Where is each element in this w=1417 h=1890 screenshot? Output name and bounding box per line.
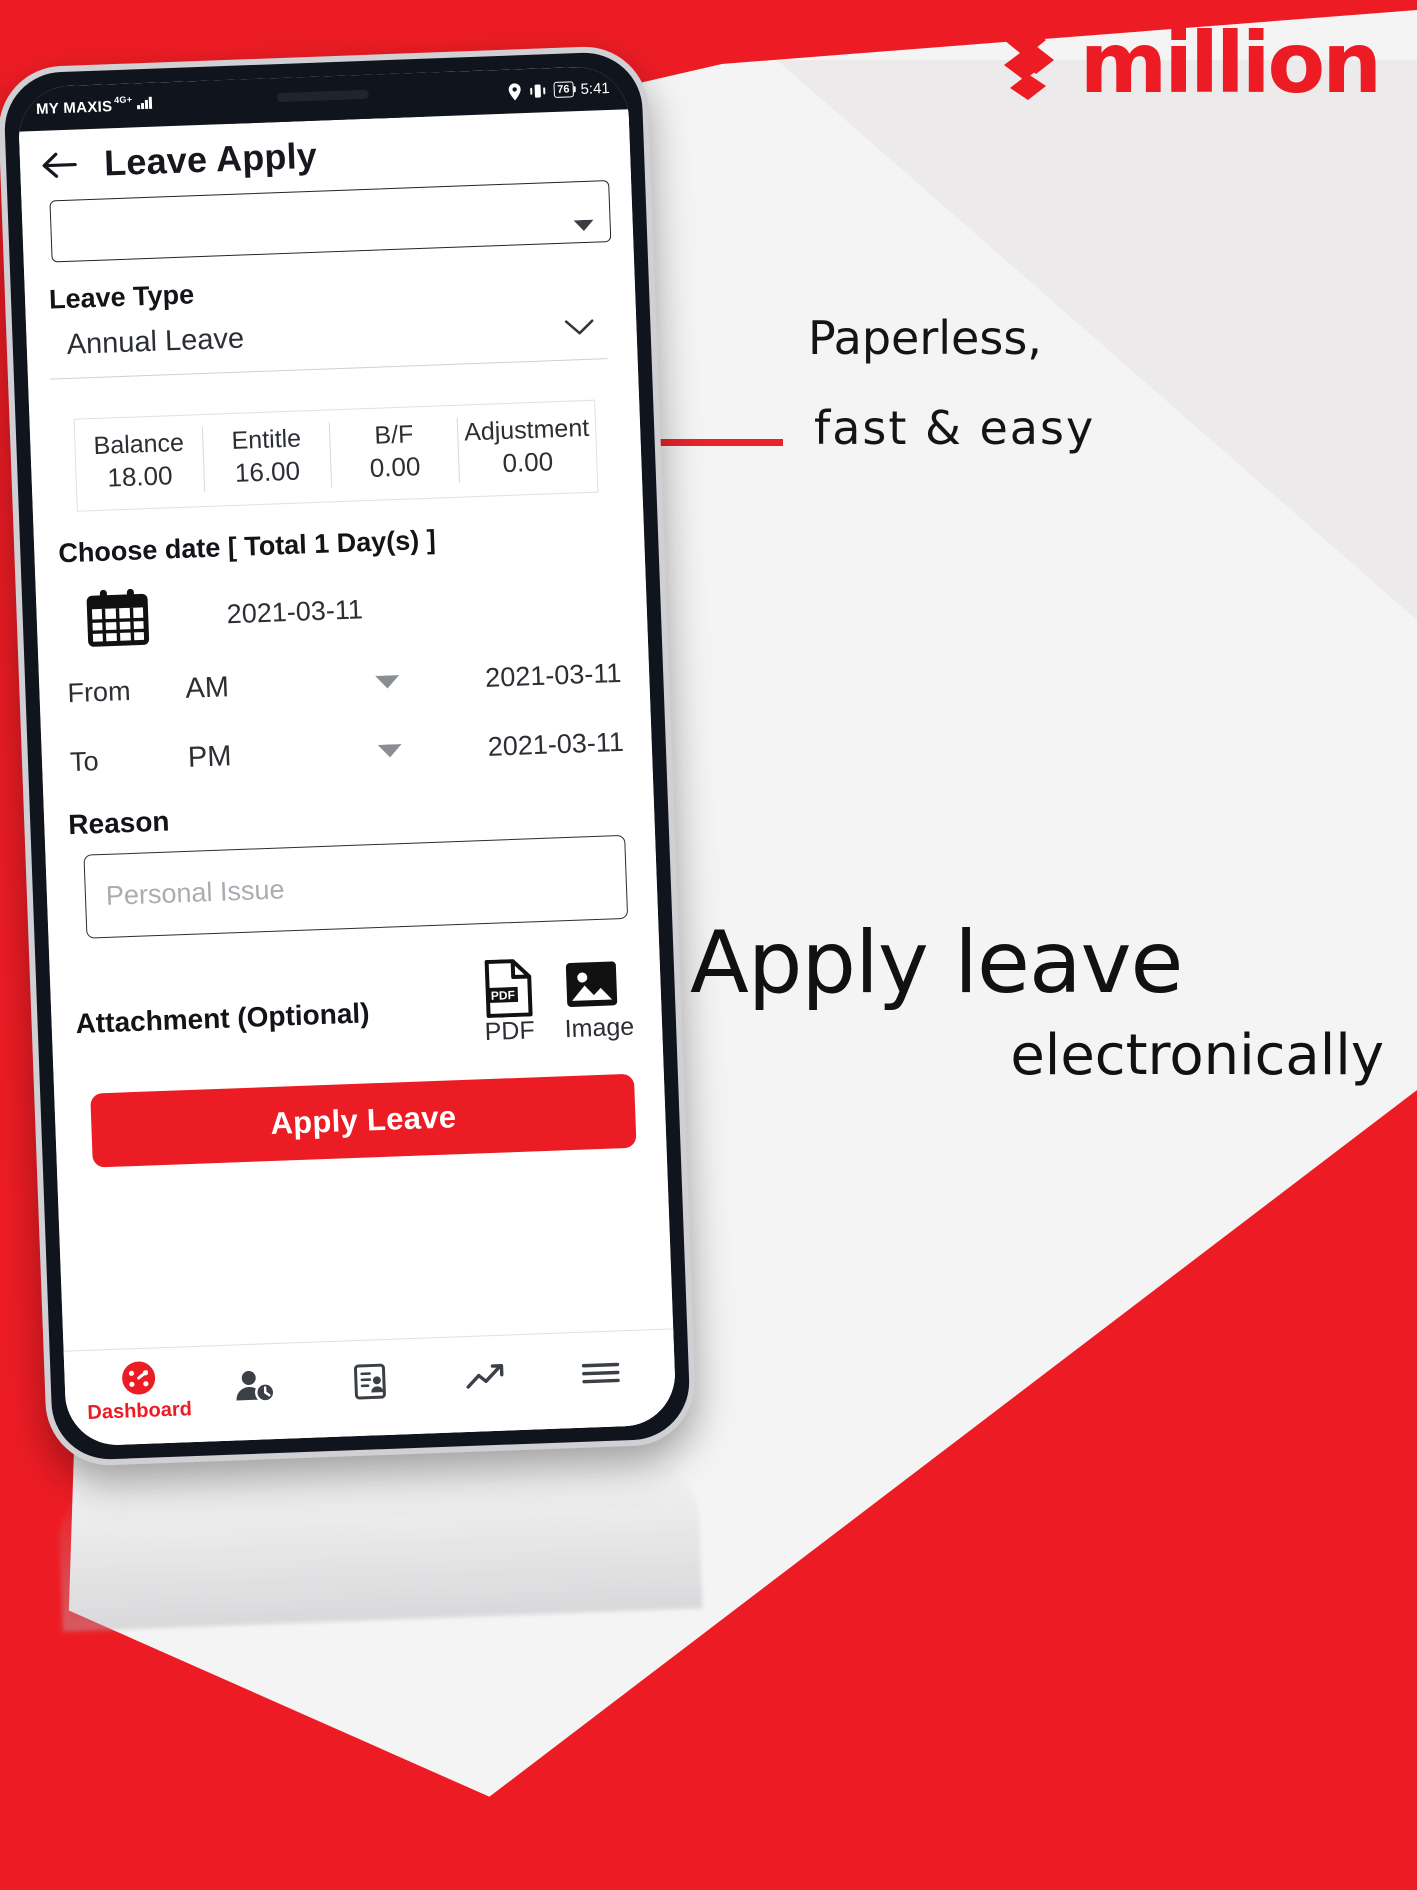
nav-label-dashboard: Dashboard [87, 1398, 193, 1424]
status-icons-group: 76 5:41 [507, 79, 610, 100]
attach-image-label: Image [564, 1012, 635, 1044]
attachment-section: Attachment (Optional) PDF PDF Image [74, 955, 635, 1062]
balance-cell: Balance 18.00 [74, 427, 205, 497]
nav-item-leave[interactable] [311, 1360, 428, 1406]
location-pin-icon [507, 82, 522, 101]
earpiece-speaker [276, 89, 369, 103]
battery-indicator: 76 [552, 81, 574, 98]
dropdown-caret-icon [573, 219, 594, 233]
balance-cell-key: Entitle [231, 424, 302, 456]
chevron-down-icon [564, 317, 595, 336]
brand-logo-text: million [1079, 14, 1382, 112]
phone-body: MY MAXIS 4G+ 76 5:41 Leave Apply Leave T… [0, 44, 698, 1468]
to-period-value: PM [187, 740, 233, 774]
attach-pdf-button[interactable]: PDF PDF [482, 958, 535, 1047]
attach-image-button[interactable]: Image [562, 955, 635, 1044]
brand-logo: million [984, 14, 1382, 112]
status-network: 4G+ [113, 93, 133, 105]
phone-mockup: MY MAXIS 4G+ 76 5:41 Leave Apply Leave T… [0, 44, 698, 1468]
tagline-line-1: Paperless, [808, 311, 1042, 365]
from-label: From [66, 675, 132, 709]
balance-cell-value: 0.00 [501, 446, 554, 479]
tagline-line-2: fast & easy [814, 400, 1096, 455]
from-date: 2021-03-11 [484, 657, 622, 693]
to-date: 2021-03-11 [487, 726, 625, 762]
vibrate-icon [528, 83, 547, 99]
status-clock: 5:41 [580, 79, 611, 98]
svg-text:PDF: PDF [490, 988, 514, 1003]
dropdown-caret-icon[interactable] [377, 740, 488, 758]
nav-item-reports[interactable] [427, 1358, 544, 1400]
dropdown-caret-icon[interactable] [375, 671, 485, 689]
from-period-value: AM [184, 671, 230, 705]
subhead: electronically [1010, 1023, 1384, 1088]
form-scroll-area[interactable]: Leave Type Annual Leave Balance 18.00 En… [21, 177, 673, 1351]
balance-cell-key: Adjustment [463, 413, 590, 447]
signal-bars-icon [137, 96, 153, 109]
balance-cell: Entitle 16.00 [202, 422, 333, 493]
apply-leave-label: Apply Leave [269, 1099, 457, 1142]
reason-label: Reason [67, 805, 170, 841]
balance-cell-key: Balance [93, 428, 185, 461]
chart-line-icon [464, 1359, 507, 1395]
nav-item-attendance[interactable] [196, 1365, 313, 1409]
page-title: Leave Apply [103, 134, 318, 184]
balance-cell: Adjustment 0.00 [458, 413, 597, 483]
balance-cell-value: 18.00 [106, 460, 174, 493]
attachment-label: Attachment (Optional) [75, 997, 370, 1040]
phone-screen: MY MAXIS 4G+ 76 5:41 Leave Apply Leave T… [17, 65, 677, 1447]
balance-cell-value: 16.00 [234, 455, 301, 489]
calendar-icon[interactable] [86, 588, 150, 648]
attachment-buttons: PDF PDF Image [482, 955, 635, 1047]
app-screen: Leave Apply Leave Type Annual Leave Bala… [18, 109, 677, 1447]
to-label: To [69, 746, 100, 778]
back-arrow-icon[interactable] [42, 149, 79, 180]
status-carrier: MY MAXIS [35, 97, 113, 118]
headline-block: Apply leave electronically [690, 920, 1390, 1084]
chosen-date: 2021-03-11 [226, 593, 364, 629]
phone-notch [197, 71, 449, 126]
status-carrier-group: MY MAXIS 4G+ [35, 93, 153, 118]
nav-item-dashboard[interactable]: Dashboard [80, 1358, 198, 1425]
document-user-icon [350, 1361, 389, 1400]
leave-type-value: Annual Leave [66, 322, 245, 361]
reason-input[interactable]: Personal Issue [83, 834, 629, 939]
balance-cell-key: B/F [373, 420, 414, 450]
promo-poster: million Paperless, fast & easy Apply lea… [0, 0, 1417, 1890]
million-logo-mark-icon [984, 20, 1070, 106]
attach-pdf-label: PDF [484, 1016, 536, 1047]
tagline: Paperless, fast & easy [808, 310, 1095, 457]
headline: Apply leave [690, 913, 1183, 1013]
dashboard-gauge-icon [118, 1359, 159, 1396]
user-clock-icon [232, 1367, 277, 1405]
menu-hamburger-icon [579, 1357, 622, 1389]
phone-reflection [57, 1458, 703, 1632]
balance-cell-value: 0.00 [369, 451, 421, 484]
reason-placeholder: Personal Issue [105, 873, 285, 911]
nav-item-menu[interactable] [543, 1356, 660, 1394]
apply-leave-button[interactable]: Apply Leave [90, 1073, 637, 1168]
balance-cell: B/F 0.00 [330, 417, 460, 488]
leave-balance-card: Balance 18.00 Entitle 16.00 B/F 0.00 Adj… [73, 399, 599, 512]
